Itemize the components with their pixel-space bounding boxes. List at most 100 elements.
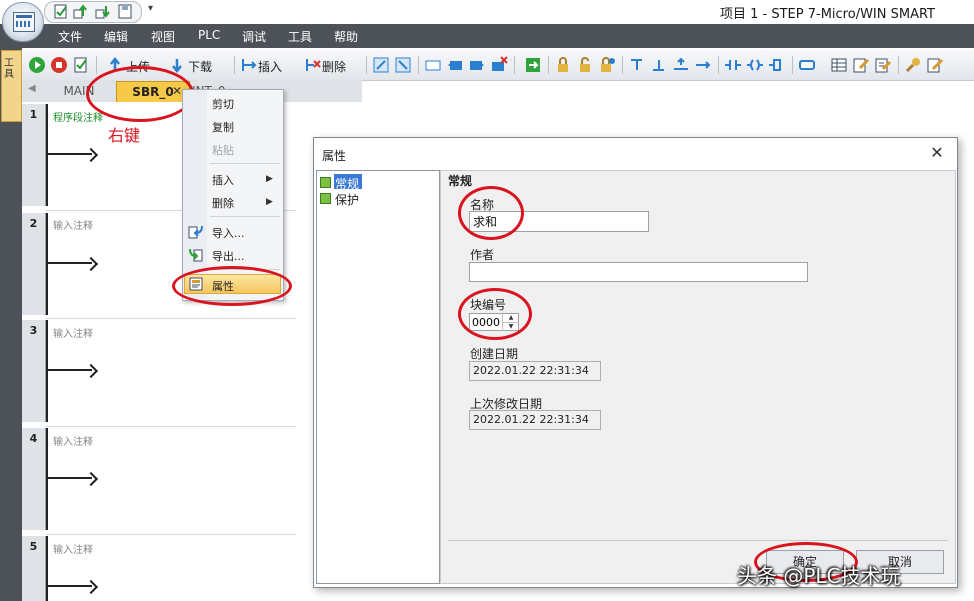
delete-button[interactable]: 删除: [322, 58, 346, 75]
contact-icon[interactable]: [724, 56, 742, 74]
network-icon[interactable]: [372, 56, 390, 74]
tree-item-protection[interactable]: 保护: [335, 191, 359, 208]
power-rail: [46, 536, 48, 601]
pou-icon[interactable]: [798, 56, 816, 74]
lock-icon[interactable]: [554, 56, 572, 74]
ctx-cut[interactable]: 剪切: [212, 96, 234, 112]
toolbar-separator: [548, 56, 549, 74]
ctx-import[interactable]: 导入...: [212, 225, 245, 241]
menu-edit[interactable]: 编辑: [104, 28, 128, 45]
network-number[interactable]: 1: [22, 104, 46, 206]
watermark: 头条 @PLC技术玩: [737, 564, 901, 588]
toolbar-separator: [418, 56, 419, 74]
annotation-ellipse-name: [458, 186, 524, 240]
network-number[interactable]: 5: [22, 536, 46, 601]
ctx-insert[interactable]: 插入: [212, 172, 234, 188]
branch-up-icon[interactable]: [628, 56, 646, 74]
new-project-icon[interactable]: [53, 4, 69, 19]
tools-side-tab-label: 工具: [4, 58, 14, 80]
section-header: 常规: [448, 174, 473, 188]
window-title: 项目 1 - STEP 7-Micro/WIN SMART: [720, 7, 936, 22]
menu-file[interactable]: 文件: [58, 28, 82, 45]
network-comment[interactable]: 输入注释: [53, 217, 93, 232]
line-up-icon[interactable]: [672, 56, 690, 74]
insert-icon[interactable]: [240, 56, 258, 74]
network-comment[interactable]: 输入注释: [53, 325, 93, 340]
comment-box-icon[interactable]: [424, 56, 442, 74]
save-icon[interactable]: [117, 4, 133, 19]
rung-arrow-icon: [86, 255, 96, 271]
download-all-icon[interactable]: [95, 4, 111, 19]
export-icon: [188, 247, 204, 263]
ctx-paste[interactable]: 粘贴: [212, 142, 234, 158]
menu-tools[interactable]: 工具: [288, 28, 312, 45]
network-comment[interactable]: 输入注释: [53, 433, 93, 448]
menu-help[interactable]: 帮助: [334, 28, 358, 45]
edit-comments-icon[interactable]: [874, 56, 892, 74]
created-date-value: 2022.01.22 22:31:34: [469, 361, 601, 381]
rung-arrow-icon: [86, 146, 96, 162]
dialog-close-icon[interactable]: ✕: [928, 144, 946, 162]
unlock-icon[interactable]: [576, 56, 594, 74]
run-icon[interactable]: [28, 56, 46, 74]
ctx-separator: [210, 216, 280, 217]
annotation-ellipse-block: [458, 288, 532, 340]
toolbar-separator: [898, 56, 899, 74]
dialog-nav-tree: [316, 170, 440, 584]
bookmark-prev-icon[interactable]: [446, 56, 464, 74]
rung-arrow-icon: [86, 362, 96, 378]
delete-icon[interactable]: [304, 56, 322, 74]
qat-dropdown-icon[interactable]: ▾: [148, 3, 153, 14]
power-rail: [46, 428, 48, 530]
network-comment[interactable]: 输入注释: [53, 541, 93, 556]
toolbar-separator: [366, 56, 367, 74]
menu-bar: 文件 编辑 视图 PLC 调试 工具 帮助: [0, 24, 974, 48]
symbol-table-icon[interactable]: [830, 56, 848, 74]
power-rail: [46, 213, 48, 315]
compile-icon[interactable]: [72, 56, 90, 74]
toolbar-separator: [718, 56, 719, 74]
coil-icon[interactable]: [746, 56, 764, 74]
goto-icon[interactable]: [524, 56, 542, 74]
box-icon[interactable]: [768, 56, 786, 74]
toolbar-separator: [514, 56, 515, 74]
network-number[interactable]: 4: [22, 428, 46, 530]
submenu-arrow-icon: ▶: [266, 174, 273, 184]
ctx-export[interactable]: 导出...: [212, 248, 245, 264]
author-label: 作者: [470, 248, 495, 262]
network-divider: [46, 426, 296, 427]
stop-icon[interactable]: [50, 56, 68, 74]
branch-down-icon[interactable]: [650, 56, 668, 74]
ctx-delete[interactable]: 删除: [212, 195, 234, 211]
ctx-separator: [210, 163, 280, 164]
options-icon[interactable]: [926, 56, 944, 74]
line-right-icon[interactable]: [694, 56, 712, 74]
insert-button[interactable]: 插入: [258, 58, 282, 75]
upload-all-icon[interactable]: [73, 4, 89, 19]
menu-view[interactable]: 视图: [151, 28, 175, 45]
download-button[interactable]: 下载: [188, 58, 212, 75]
rung-arrow-icon: [86, 470, 96, 486]
dialog-divider: [448, 540, 948, 541]
bookmark-clear-icon[interactable]: [490, 56, 508, 74]
ctx-copy[interactable]: 复制: [212, 119, 234, 135]
tab-scroll-left-icon[interactable]: ◀: [28, 83, 36, 94]
network-number[interactable]: 2: [22, 213, 46, 315]
menu-debug[interactable]: 调试: [242, 28, 266, 45]
menu-plc[interactable]: PLC: [198, 28, 220, 42]
dialog-title: 属性: [322, 149, 347, 163]
bookmark-next-icon[interactable]: [468, 56, 486, 74]
author-input[interactable]: [469, 262, 808, 282]
key-icon[interactable]: [904, 56, 922, 74]
submenu-arrow-icon: ▶: [266, 197, 273, 207]
network-divider: [46, 534, 296, 535]
right-click-annotation: 右键: [108, 126, 141, 145]
tree-item-general[interactable]: 常规: [335, 175, 359, 192]
network-number[interactable]: 3: [22, 320, 46, 422]
network-comment[interactable]: 程序段注释: [53, 109, 103, 124]
network-alt-icon[interactable]: [394, 56, 412, 74]
edit-properties-icon[interactable]: [852, 56, 870, 74]
app-logo-icon[interactable]: [2, 2, 44, 42]
protect-icon[interactable]: [598, 56, 616, 74]
import-icon: [188, 224, 204, 240]
